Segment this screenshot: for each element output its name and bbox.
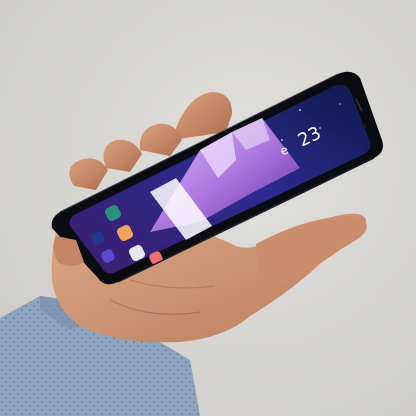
photo-illustration: 23 e [0, 71, 384, 416]
photo-scene: 23 e [0, 0, 416, 416]
front-camera [361, 123, 367, 129]
thumb [256, 216, 367, 286]
